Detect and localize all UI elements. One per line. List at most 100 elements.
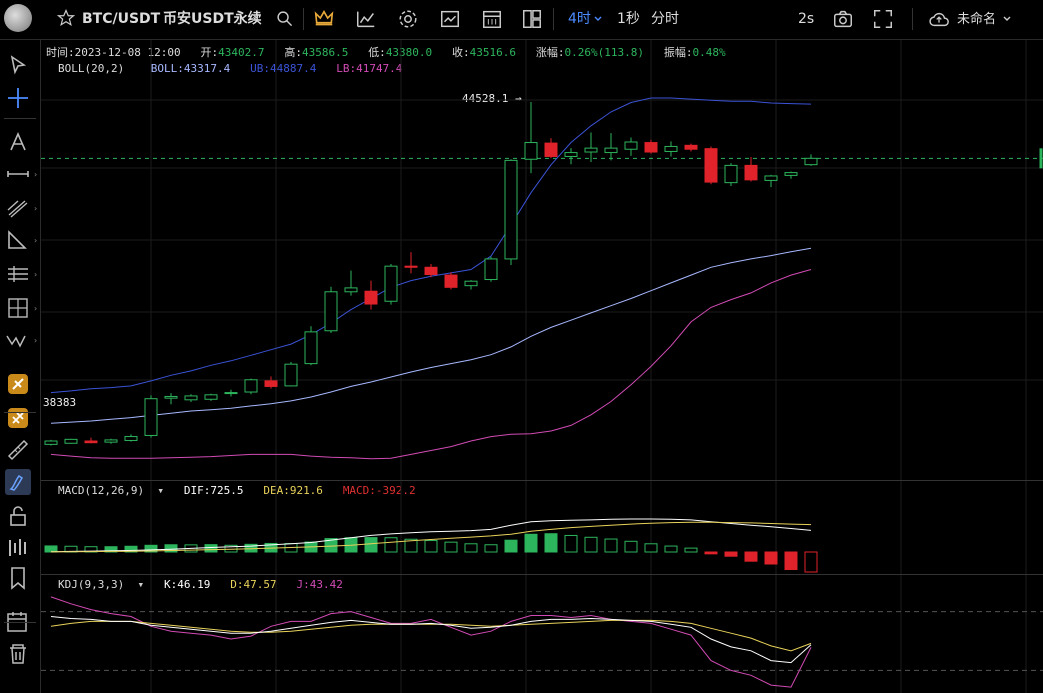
toolbar-separator — [4, 412, 36, 413]
candle-body — [744, 164, 758, 181]
macd-bar — [484, 544, 498, 553]
fib-icon[interactable] — [4, 260, 32, 288]
macd-bar — [424, 540, 438, 553]
candle-body — [244, 379, 258, 393]
multi-line-icon[interactable] — [4, 194, 32, 222]
candle-body — [324, 291, 338, 332]
drawing-toolbar: › › › › › › — [0, 40, 41, 693]
macd-bar — [684, 547, 698, 553]
trash-icon[interactable] — [4, 640, 32, 668]
magnet-icon[interactable] — [4, 370, 32, 398]
chart-area[interactable] — [41, 40, 1043, 693]
symbol-name[interactable]: BTC/USDT — [82, 0, 160, 39]
interval-timeline[interactable]: 分时 — [651, 0, 679, 39]
crosshair-icon[interactable] — [4, 84, 32, 112]
macd-bar — [724, 551, 738, 557]
kdj-j-line — [50, 596, 812, 688]
exchange-name[interactable]: 币安USDT永续 — [163, 0, 262, 39]
layout-icon[interactable] — [521, 8, 543, 30]
candle-body — [804, 157, 818, 166]
candle-body — [504, 159, 518, 260]
candle-body — [424, 266, 438, 276]
crown-icon[interactable] — [313, 8, 335, 30]
layout-chevron-icon[interactable] — [1003, 16, 1011, 22]
cloud-icon[interactable] — [928, 8, 950, 30]
candle-body — [484, 258, 498, 281]
gann-icon[interactable] — [4, 294, 32, 322]
tool-expand-icon[interactable]: › — [34, 204, 37, 213]
gear-icon[interactable] — [397, 8, 419, 30]
magnet-strong-icon[interactable] — [4, 404, 32, 432]
candle-body — [664, 145, 678, 152]
macd-bar — [444, 541, 458, 553]
macd-bar — [204, 544, 218, 553]
candle-body — [644, 142, 658, 153]
candle-body — [544, 142, 558, 157]
macd-bar — [644, 543, 658, 553]
top-toolbar: BTC/USDT 币安USDT永续 4时 1秒 分时 2s 未命名 — [0, 0, 1043, 40]
candle-body — [784, 172, 798, 176]
layout-name[interactable]: 未命名 — [957, 0, 996, 39]
tool-expand-icon[interactable]: › — [34, 304, 37, 313]
chart-template-icon[interactable] — [439, 8, 461, 30]
star-icon[interactable] — [57, 9, 75, 27]
kdj-d-line — [50, 619, 812, 652]
macd-bar — [524, 533, 538, 553]
toolbar-separator — [4, 622, 36, 623]
calendar-icon[interactable] — [481, 8, 503, 30]
candle-body — [764, 175, 778, 181]
cursor-icon[interactable] — [4, 52, 32, 80]
macd-bar — [624, 540, 638, 553]
toolbar-separator — [4, 118, 36, 119]
pane-divider-macd[interactable] — [41, 480, 1043, 481]
chevron-down-icon[interactable] — [594, 16, 602, 22]
candle-body — [564, 152, 578, 157]
candle-body — [584, 147, 598, 153]
candle-body — [284, 363, 298, 387]
ruler-icon[interactable] — [4, 436, 32, 464]
macd-bar — [604, 538, 618, 553]
macd-bar — [784, 551, 798, 571]
fullscreen-icon[interactable] — [872, 8, 894, 30]
candle-body — [164, 395, 178, 399]
interval-4h[interactable]: 4时 — [568, 0, 591, 39]
wave-icon[interactable] — [4, 326, 32, 354]
candle-body — [144, 398, 158, 436]
search-icon[interactable] — [276, 10, 293, 27]
line-icon[interactable] — [4, 160, 32, 188]
tool-expand-icon[interactable]: › — [34, 270, 37, 279]
pane-divider-kdj[interactable] — [41, 574, 1043, 575]
refresh-rate[interactable]: 2s — [798, 0, 814, 39]
interval-1s[interactable]: 1秒 — [617, 0, 640, 39]
candle-body — [684, 144, 698, 150]
text-icon[interactable] — [4, 128, 32, 156]
macd-bar — [804, 551, 818, 573]
candle-body — [384, 265, 398, 302]
candle-body — [84, 440, 98, 444]
macd-bar — [564, 534, 578, 553]
macd-bar — [704, 551, 718, 555]
macd-bar — [504, 539, 518, 553]
candle-body — [364, 290, 378, 305]
tool-expand-icon[interactable]: › — [34, 236, 37, 245]
candle-body — [704, 148, 718, 183]
macd-bar — [364, 537, 378, 553]
candle-body — [404, 265, 418, 268]
tool-expand-icon[interactable]: › — [34, 170, 37, 179]
candle-body — [44, 440, 58, 445]
macd-bar — [464, 543, 478, 553]
candle-body — [224, 392, 238, 395]
macd-bar — [544, 533, 558, 553]
macd-bar — [764, 551, 778, 565]
lock-icon[interactable] — [4, 502, 32, 530]
macd-bar — [384, 537, 398, 553]
tool-expand-icon[interactable]: › — [34, 336, 37, 345]
indicators-icon[interactable] — [355, 8, 377, 30]
boll-ub-line — [50, 97, 812, 394]
group-icon[interactable] — [4, 534, 32, 562]
camera-icon[interactable] — [832, 8, 854, 30]
triangle-icon[interactable] — [4, 226, 32, 254]
bookmark-icon[interactable] — [4, 564, 32, 592]
macd-bar — [664, 545, 678, 553]
pen-icon[interactable] — [4, 468, 32, 496]
